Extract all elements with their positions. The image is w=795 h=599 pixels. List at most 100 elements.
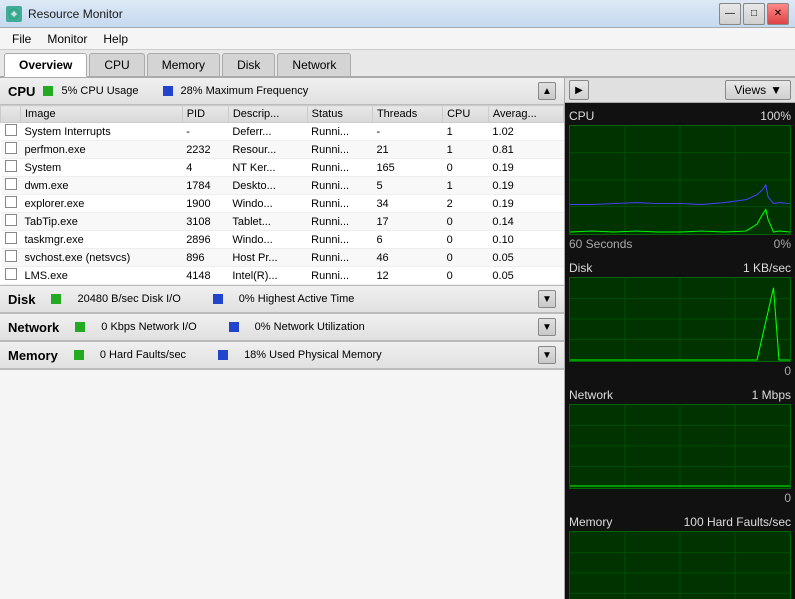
table-cell: 6: [372, 231, 442, 249]
left-panel: CPU 5% CPU Usage 28% Maximum Frequency ▲…: [0, 78, 565, 599]
table-cell: Runni...: [307, 195, 372, 213]
row-checkbox[interactable]: [5, 214, 17, 226]
tab-bar: Overview CPU Memory Disk Network: [0, 50, 795, 78]
mem-stat1-dot: [74, 350, 84, 360]
table-cell: 0: [443, 159, 489, 177]
table-row[interactable]: svchost.exe (netsvcs)896Host Pr...Runni.…: [1, 249, 564, 267]
table-cell: Host Pr...: [228, 249, 307, 267]
close-button[interactable]: ✕: [767, 3, 789, 25]
table-cell: Runni...: [307, 141, 372, 159]
col-avg[interactable]: Averag...: [488, 106, 563, 123]
menu-help[interactable]: Help: [95, 30, 136, 48]
tab-memory[interactable]: Memory: [147, 53, 220, 76]
disk-section-header[interactable]: Disk 20480 B/sec Disk I/O 0% Highest Act…: [0, 286, 564, 313]
table-row[interactable]: explorer.exe1900Windo...Runni...3420.19: [1, 195, 564, 213]
table-cell: 1: [443, 177, 489, 195]
table-cell: 4: [182, 159, 228, 177]
cpu-section-header[interactable]: CPU 5% CPU Usage 28% Maximum Frequency ▲: [0, 78, 564, 105]
table-row[interactable]: taskmgr.exe2896Windo...Runni...600.10: [1, 231, 564, 249]
row-checkbox[interactable]: [5, 250, 17, 262]
mem-graph-label: Memory: [569, 515, 612, 529]
row-checkbox[interactable]: [5, 232, 17, 244]
disk-graph-label: Disk: [569, 261, 592, 275]
table-row[interactable]: dwm.exe1784Deskto...Runni...510.19: [1, 177, 564, 195]
col-status[interactable]: Status: [307, 106, 372, 123]
net-graph-zero: 0: [784, 491, 791, 505]
memory-section-header[interactable]: Memory 0 Hard Faults/sec 18% Used Physic…: [0, 342, 564, 369]
table-cell: 2896: [182, 231, 228, 249]
table-cell: 0.10: [488, 231, 563, 249]
views-button[interactable]: Views ▼: [725, 80, 791, 100]
table-cell: 4148: [182, 267, 228, 285]
cpu-graph-label-row: CPU 100%: [569, 107, 791, 125]
cpu-graph-zero: 0%: [774, 237, 791, 251]
table-cell: 46: [372, 249, 442, 267]
col-image[interactable]: Image: [21, 106, 183, 123]
cpu-graph-canvas: [569, 125, 791, 235]
views-label: Views: [734, 83, 766, 97]
table-cell: Deskto...: [228, 177, 307, 195]
table-cell: Runni...: [307, 177, 372, 195]
table-cell: 0.81: [488, 141, 563, 159]
cpu-stat1: 5% CPU Usage: [61, 85, 138, 97]
cpu-expand-button[interactable]: ▲: [538, 82, 556, 100]
net-stat2-dot: [229, 322, 239, 332]
mem-graph-canvas: [569, 531, 791, 599]
table-cell: Runni...: [307, 267, 372, 285]
row-checkbox[interactable]: [5, 196, 17, 208]
table-cell: Runni...: [307, 249, 372, 267]
table-row[interactable]: System Interrupts-Deferr...Runni...-11.0…: [1, 123, 564, 141]
tab-disk[interactable]: Disk: [222, 53, 275, 76]
memory-stats: 0 Hard Faults/sec 18% Used Physical Memo…: [66, 349, 530, 361]
table-cell: Windo...: [228, 195, 307, 213]
table-cell: 165: [372, 159, 442, 177]
tab-overview[interactable]: Overview: [4, 53, 87, 77]
maximize-button[interactable]: □: [743, 3, 765, 25]
disk-section: Disk 20480 B/sec Disk I/O 0% Highest Act…: [0, 286, 564, 314]
net-graph-canvas: [569, 404, 791, 489]
net-stat1-dot: [75, 322, 85, 332]
cpu-stat2-dot: [163, 86, 173, 96]
table-cell: 2: [443, 195, 489, 213]
disk-stat1: 20480 B/sec Disk I/O: [77, 293, 180, 305]
col-desc[interactable]: Descrip...: [228, 106, 307, 123]
col-pid[interactable]: PID: [182, 106, 228, 123]
row-checkbox[interactable]: [5, 160, 17, 172]
main-content: CPU 5% CPU Usage 28% Maximum Frequency ▲…: [0, 78, 795, 599]
row-checkbox[interactable]: [5, 124, 17, 136]
cpu-graph-svg: [570, 126, 790, 234]
disk-graph-section: Disk 1 KB/sec: [565, 255, 795, 382]
table-cell: 0: [443, 213, 489, 231]
menu-file[interactable]: File: [4, 30, 39, 48]
menu-monitor[interactable]: Monitor: [39, 30, 95, 48]
table-row[interactable]: System4NT Ker...Runni...16500.19: [1, 159, 564, 177]
network-section-header[interactable]: Network 0 Kbps Network I/O 0% Network Ut…: [0, 314, 564, 341]
table-cell: 1900: [182, 195, 228, 213]
tab-network[interactable]: Network: [277, 53, 351, 76]
disk-stat2: 0% Highest Active Time: [239, 293, 355, 305]
network-section: Network 0 Kbps Network I/O 0% Network Ut…: [0, 314, 564, 342]
network-expand-button[interactable]: ▼: [538, 318, 556, 336]
cpu-stat1-dot: [43, 86, 53, 96]
memory-expand-button[interactable]: ▼: [538, 346, 556, 364]
net-graph-max: 1 Mbps: [752, 388, 791, 402]
tab-cpu[interactable]: CPU: [89, 53, 144, 76]
right-header: ▶ Views ▼: [565, 78, 795, 103]
disk-expand-button[interactable]: ▼: [538, 290, 556, 308]
table-row[interactable]: LMS.exe4148Intel(R)...Runni...1200.05: [1, 267, 564, 285]
title-bar: Resource Monitor — □ ✕: [0, 0, 795, 28]
row-checkbox[interactable]: [5, 268, 17, 280]
table-cell: 2232: [182, 141, 228, 159]
minimize-button[interactable]: —: [719, 3, 741, 25]
col-cpu[interactable]: CPU: [443, 106, 489, 123]
row-checkbox[interactable]: [5, 178, 17, 190]
expand-button[interactable]: ▶: [569, 80, 589, 100]
net-stat1: 0 Kbps Network I/O: [101, 321, 196, 333]
table-row[interactable]: perfmon.exe2232Resour...Runni...2110.81: [1, 141, 564, 159]
views-dropdown-icon: ▼: [770, 83, 782, 97]
table-cell: Runni...: [307, 213, 372, 231]
app-icon: [6, 6, 22, 22]
col-threads[interactable]: Threads: [372, 106, 442, 123]
row-checkbox[interactable]: [5, 142, 17, 154]
table-row[interactable]: TabTip.exe3108Tablet...Runni...1700.14: [1, 213, 564, 231]
